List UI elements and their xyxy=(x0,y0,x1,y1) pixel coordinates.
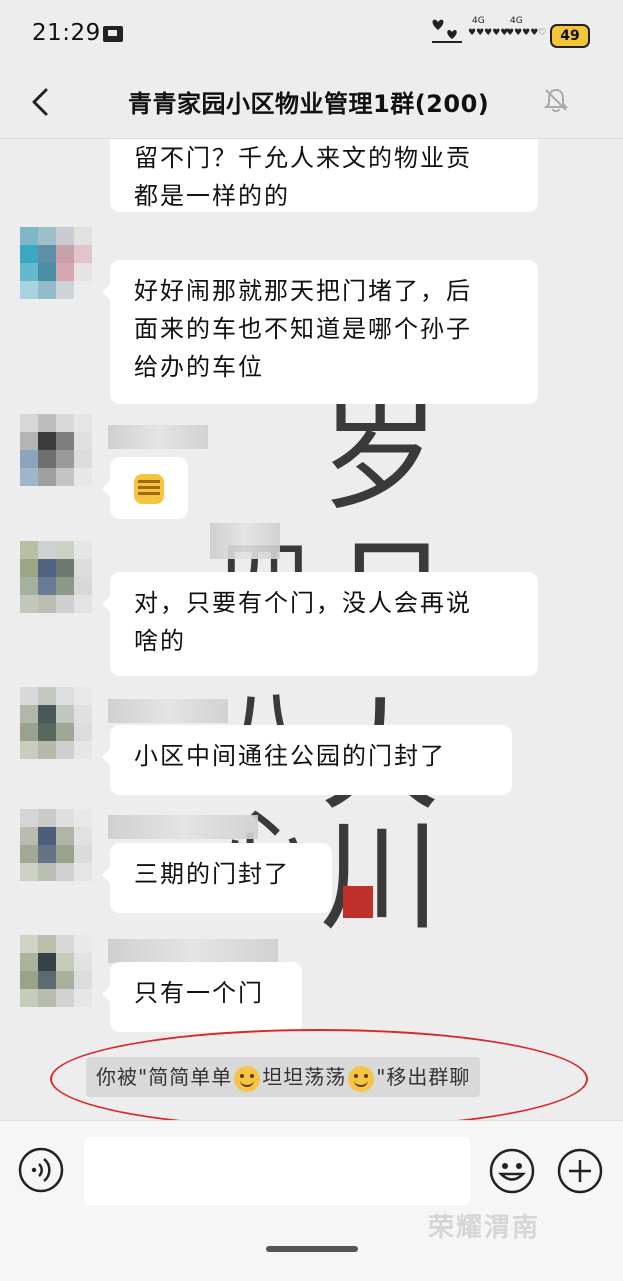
signal-label-2: 4G xyxy=(510,16,523,26)
sender-name-blurred xyxy=(210,523,280,559)
system-notice: 你被"简简单单 坦坦荡荡 "移出群聊 xyxy=(86,1057,481,1097)
home-indicator[interactable] xyxy=(266,1246,358,1252)
avatar[interactable] xyxy=(20,809,92,881)
avatar[interactable] xyxy=(20,227,92,299)
message-bubble[interactable]: 三期的门封了 xyxy=(102,843,332,913)
signal-1-icon: ♥♥♥♥♥ xyxy=(468,28,509,38)
sender-name-blurred xyxy=(108,815,258,839)
wallpaper-glyph: 川 xyxy=(320,808,440,947)
sender-name-blurred xyxy=(108,939,278,963)
message-bubble[interactable]: 小区中间通往公园的门封了 xyxy=(102,725,512,795)
message-text: 对，只要有个门，没人会再说 啥的 xyxy=(134,589,472,655)
system-notice-prefix: 你被"简简单单 xyxy=(96,1065,233,1089)
message-text: 小区中间通往公园的门封了 xyxy=(134,742,446,770)
avatar[interactable] xyxy=(20,935,92,1007)
message-bubble[interactable]: 留不门？千允人来文的物业贡 都是一样的的 xyxy=(110,139,538,212)
system-notice-suffix: "移出群聊 xyxy=(376,1065,471,1089)
chat-header: 青青家园小区物业管理1群(200) xyxy=(0,66,623,139)
wallpaper-seal xyxy=(343,886,373,918)
notification-icon xyxy=(103,26,123,42)
message-bubble[interactable] xyxy=(102,457,188,519)
message-bubble[interactable]: 只有一个门 xyxy=(102,962,302,1032)
message-text: 只有一个门 xyxy=(134,979,264,1007)
voice-input-icon[interactable] xyxy=(18,1147,64,1193)
chat-title: 青青家园小区物业管理1群(200) xyxy=(128,90,490,118)
message-list[interactable]: 岁 月 大 川 四 八 心 留不门？千允人来文的物业贡 都是一样的的 好好闹那就… xyxy=(0,139,623,1121)
more-options-plus-icon[interactable] xyxy=(556,1147,604,1195)
hearts-icon xyxy=(432,19,462,43)
watermark: 荣耀渭南 xyxy=(428,1213,541,1243)
sender-name-blurred xyxy=(108,699,228,723)
smile-emoji-icon xyxy=(348,1065,375,1092)
smile-emoji-icon xyxy=(234,1065,261,1092)
back-arrow-icon[interactable] xyxy=(24,84,60,120)
fist-emoji-icon xyxy=(134,474,164,504)
message-bubble[interactable]: 对，只要有个门，没人会再说 啥的 xyxy=(102,572,538,676)
avatar[interactable] xyxy=(20,541,92,613)
signal-label-1: 4G xyxy=(472,16,485,26)
signal-2-icon: ♥♥♥♥♡ xyxy=(506,28,547,38)
input-bar: 荣耀渭南 xyxy=(0,1120,623,1281)
sender-name-blurred xyxy=(108,425,208,449)
status-time: 21:29 xyxy=(32,20,101,46)
avatar[interactable] xyxy=(20,687,92,759)
message-text: 好好闹那就那天把门堵了，后 面来的车也不知道是哪个孙子 给办的车位 xyxy=(134,277,472,381)
mute-bell-icon xyxy=(543,88,569,113)
message-bubble[interactable]: 好好闹那就那天把门堵了，后 面来的车也不知道是哪个孙子 给办的车位 xyxy=(102,260,538,404)
emoji-picker-icon[interactable] xyxy=(488,1147,536,1195)
system-notice-middle: 坦坦荡荡 xyxy=(262,1065,347,1089)
battery-indicator: 49 xyxy=(550,24,590,48)
message-input[interactable] xyxy=(84,1137,470,1205)
avatar[interactable] xyxy=(20,414,92,486)
message-text: 留不门？千允人来文的物业贡 都是一样的的 xyxy=(134,144,472,210)
message-text: 三期的门封了 xyxy=(134,860,290,888)
status-bar: 21:29 4G ♥♥♥♥♥ 4G ♥♥♥♥♡ 49 xyxy=(0,0,623,66)
